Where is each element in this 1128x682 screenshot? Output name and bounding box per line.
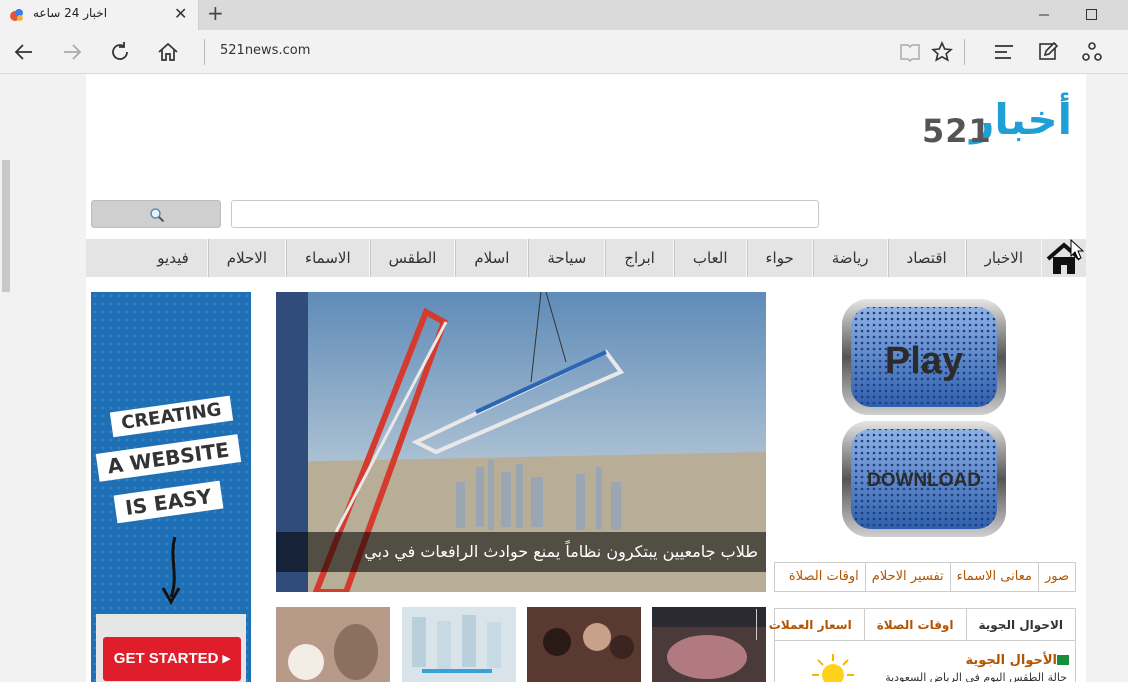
menu-item-women[interactable]: حواء [746,239,813,277]
web-page: أخبار 521 الاخبار اقتصاد رياضة حواء العا… [86,74,1086,682]
site-logo[interactable]: أخبار 521 [922,95,1072,156]
crowd-photo [527,607,641,682]
saudi-flag-icon [1057,655,1069,665]
new-tab-icon[interactable]: + [207,3,224,23]
back-icon[interactable] [12,40,36,64]
link-name-meanings[interactable]: معانى الاسماء [949,563,1038,591]
share-icon[interactable] [1080,40,1104,64]
browser-tab[interactable]: اخبار 24 ساعه ✕ [0,0,199,30]
hub-icon[interactable] [992,40,1016,64]
market-photo [652,607,766,682]
reading-view-icon[interactable] [898,40,922,64]
hero-caption[interactable]: طلاب جامعيين يبتكرون نظاماً يمنع حوادث ا… [276,532,766,572]
maximize-icon[interactable] [1081,4,1101,24]
address-bar[interactable]: 521news.com [220,43,310,58]
widget-tabs: الاحوال الجوية اوقات الصلاة اسعار العملا… [755,609,1075,641]
refresh-icon[interactable] [108,40,132,64]
website-builder-ad[interactable]: CREATING A WEBSITE IS EASY GET STARTED ▸ [91,292,251,682]
menu-item-economy[interactable]: اقتصاد [887,239,966,277]
mouse-cursor-icon [1070,239,1084,260]
menu-item-video[interactable]: فيديو [139,239,208,277]
thumbnail-crowd[interactable] [527,607,641,682]
logo-number: 521 [922,112,992,150]
weather-title: الأحوال الجوية [965,653,1057,668]
hero-news-item[interactable]: طلاب جامعيين يبتكرون نظاماً يمنع حوادث ا… [276,292,766,592]
cat-tea-photo [276,607,390,682]
get-started-button[interactable]: GET STARTED ▸ [103,637,241,681]
menu-item-islam[interactable]: اسلام [455,239,529,277]
tab-close-icon[interactable]: ✕ [174,4,187,24]
info-widget: الاحوال الجوية اوقات الصلاة اسعار العملا… [755,608,1076,682]
download-button-label: DOWNLOAD [867,470,981,491]
favorite-star-icon[interactable] [930,40,954,64]
web-note-icon[interactable] [1036,40,1060,64]
download-button[interactable]: DOWNLOAD [841,420,1007,538]
menu-item-sports[interactable]: رياضة [812,239,888,277]
menu-item-names[interactable]: الاسماء [286,239,370,277]
tab-title: اخبار 24 ساعه [33,6,108,20]
magnifier-icon [150,208,165,223]
menu-list: الاخبار اقتصاد رياضة حواء العاب ابراج سي… [139,239,1042,277]
search-input[interactable] [231,200,819,228]
forward-icon[interactable] [60,40,84,64]
home-icon[interactable] [156,40,180,64]
page-scrollbar[interactable] [0,74,12,682]
url-separator [204,39,205,65]
quick-links: صور معانى الاسماء تفسير الاحلام اوقات ال… [774,562,1076,592]
link-dream-interpretation[interactable]: تفسير الاحلام [864,563,950,591]
thumbnail-cat[interactable] [276,607,390,682]
menu-item-dreams[interactable]: الاحلام [207,239,287,277]
link-photos[interactable]: صور [1037,563,1075,591]
weather-subtitle: حالة الطقس اليوم في الرياض السعودية [885,671,1067,682]
play-button-label: Play [885,340,963,382]
toolbar-separator [964,39,965,65]
navigation-bar: 521news.com [0,30,1128,74]
scrollbar-thumb[interactable] [2,160,10,292]
menu-item-news[interactable]: الاخبار [965,239,1042,277]
thumbnail-vials[interactable] [402,607,516,682]
link-prayer-times[interactable]: اوقات الصلاة [783,563,865,591]
menu-item-horoscope[interactable]: ابراج [605,239,674,277]
tab-currency[interactable]: اسعار العملات [755,609,864,640]
play-button[interactable]: Play [841,298,1007,416]
main-menu: الاخبار اقتصاد رياضة حواء العاب ابراج سي… [86,239,1086,277]
tab-weather[interactable]: الاحوال الجوية [965,609,1075,640]
tab-prayer-times[interactable]: اوقات الصلاة [863,609,966,640]
title-bar: اخبار 24 ساعه ✕ + [0,0,1128,30]
medicine-vials-photo [402,607,516,682]
minimize-icon[interactable] [1034,4,1054,24]
menu-item-tourism[interactable]: سياحة [528,239,606,277]
thumbnail-market[interactable] [652,607,766,682]
menu-item-games[interactable]: العاب [673,239,747,277]
sun-icon [812,654,854,682]
search-button[interactable] [91,200,221,228]
site-favicon-icon [10,9,23,21]
menu-item-weather[interactable]: الطقس [369,239,456,277]
